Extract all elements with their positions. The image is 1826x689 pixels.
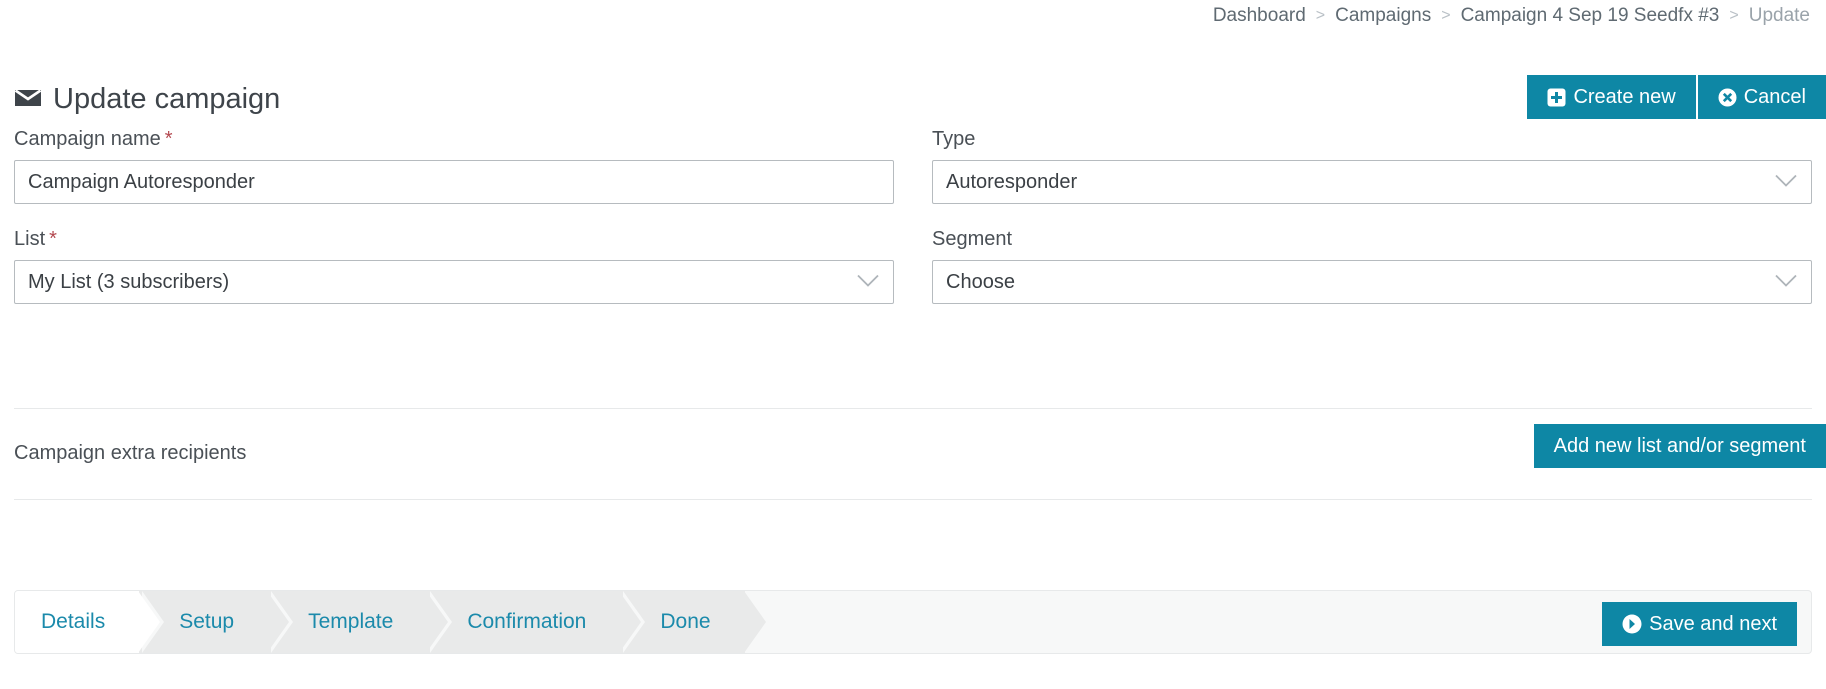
segment-select[interactable]: Choose [932,260,1812,304]
field-campaign-name: Campaign name * Campaign Autoresponder [14,128,894,204]
list-select[interactable]: My List (3 subscribers) [14,260,894,304]
segment-value: Choose [946,270,1015,293]
create-new-button[interactable]: Create new [1527,75,1696,119]
form-row-spacer [0,204,1826,228]
breadcrumb-separator: > [1729,6,1739,24]
type-label-text: Type [932,128,976,150]
campaign-name-input[interactable]: Campaign Autoresponder [14,160,894,204]
segment-label-text: Segment [932,228,1013,250]
cancel-button[interactable]: Cancel [1697,75,1826,119]
create-new-button-label: Create new [1573,86,1676,108]
required-marker: * [164,128,173,150]
wizard-steps-bar: Details Setup Template Confirmation Done… [14,590,1812,654]
campaign-form: Campaign name * Campaign Autoresponder T… [0,128,1826,304]
campaign-name-label-text: Campaign name [14,128,161,150]
chevron-down-icon [1775,271,1797,294]
envelope-icon [14,83,42,116]
breadcrumb-item-update: Update [1748,5,1810,26]
type-label: Type [932,128,1812,151]
page-title-text: Update campaign [53,83,281,116]
breadcrumb-item-dashboard[interactable]: Dashboard [1213,6,1306,25]
form-row-1: Campaign name * Campaign Autoresponder T… [0,128,1826,204]
required-marker: * [49,228,57,250]
circle-arrow-right-icon [1622,614,1642,634]
page-header: Update campaign Create new Cancel [0,62,1826,119]
list-label-text: List [14,228,46,250]
add-list-segment-button[interactable]: Add new list and/or segment [1533,424,1826,468]
divider-bottom [14,499,1812,500]
wizard-step-confirmation[interactable]: Confirmation [427,591,646,653]
cancel-button-label: Cancel [1743,86,1806,108]
segment-label: Segment [932,228,1812,251]
breadcrumb-item-campaign[interactable]: Campaign 4 Sep 19 Seedfx #3 [1461,6,1720,25]
header-actions: Create new Cancel [1527,75,1826,119]
field-type: Type Autoresponder [932,128,1812,204]
update-campaign-page: Dashboard > Campaigns > Campaign 4 Sep 1… [0,0,1826,689]
breadcrumb-separator: > [1441,6,1451,24]
list-label: List * [14,228,894,251]
field-segment: Segment Choose [932,228,1812,304]
breadcrumb-separator: > [1315,6,1326,24]
campaign-name-value: Campaign Autoresponder [28,170,255,193]
save-and-next-button[interactable]: Save and next [1602,602,1797,646]
form-row-2: List * My List (3 subscribers) Segment C… [0,228,1826,304]
wizard-step-details[interactable]: Details [15,591,165,653]
list-value: My List (3 subscribers) [28,270,230,293]
extra-recipients-label: Campaign extra recipients [14,442,247,464]
save-and-next-label: Save and next [1649,613,1777,635]
type-value: Autoresponder [946,170,1078,193]
circle-x-icon [1718,88,1737,107]
plus-square-icon [1547,88,1566,107]
campaign-name-label: Campaign name * [14,128,894,151]
page-title: Update campaign [14,83,280,116]
chevron-down-icon [857,271,879,294]
breadcrumb: Dashboard > Campaigns > Campaign 4 Sep 1… [1213,6,1810,25]
extra-recipients-section: Campaign extra recipients Add new list a… [0,424,1826,488]
chevron-down-icon [1775,171,1797,194]
field-list: List * My List (3 subscribers) [14,228,894,304]
type-select[interactable]: Autoresponder [932,160,1812,204]
divider-top [14,408,1812,409]
breadcrumb-item-campaigns[interactable]: Campaigns [1335,6,1431,25]
wizard-steps: Details Setup Template Confirmation Done [15,591,770,653]
